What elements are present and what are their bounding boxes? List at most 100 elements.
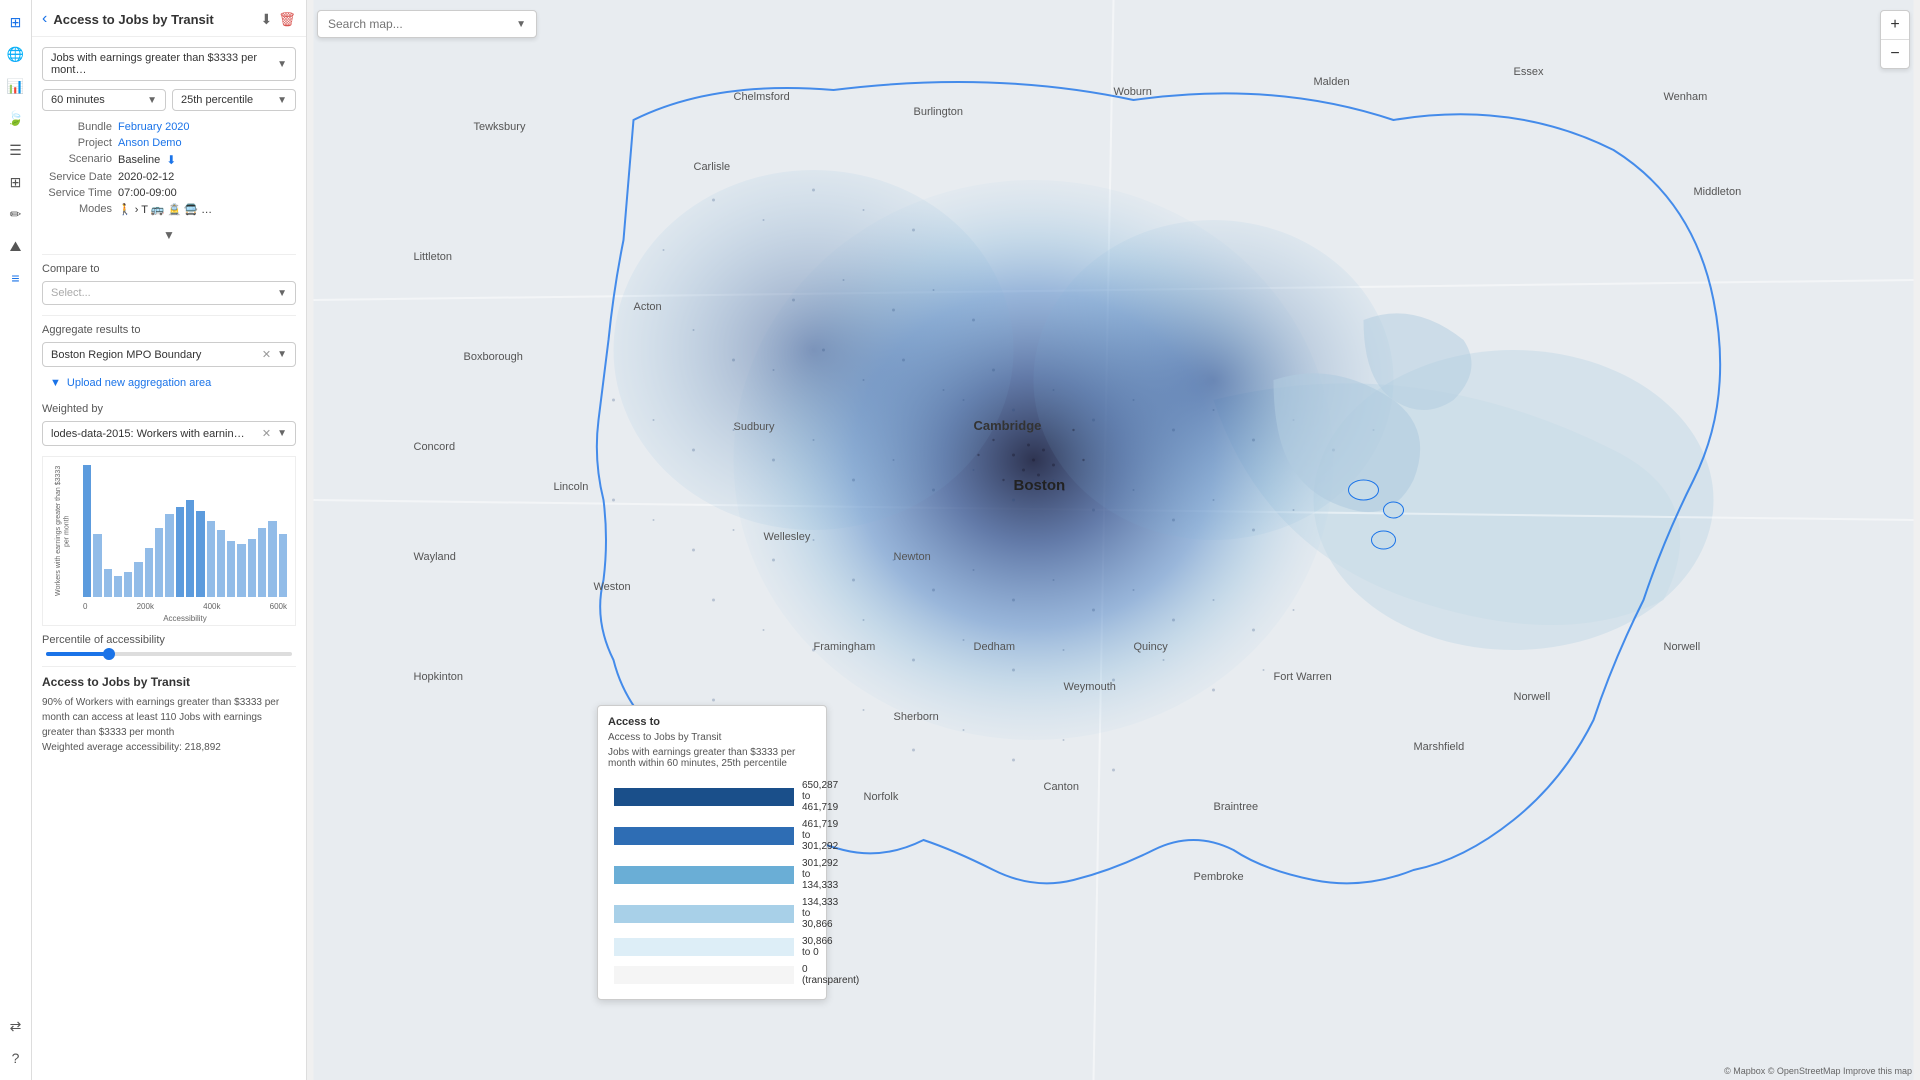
legend-color-swatch — [614, 827, 794, 845]
legend-subtitle: Access to Jobs by Transit — [608, 732, 816, 743]
histogram-x-tick: 200k — [137, 602, 154, 611]
access-title: Access to Jobs by Transit — [42, 675, 296, 689]
bundle-value[interactable]: February 2020 — [118, 121, 296, 133]
svg-text:Canton: Canton — [1044, 781, 1079, 793]
svg-text:Weymouth: Weymouth — [1064, 681, 1116, 693]
aggregate-label: Aggregate results to — [42, 324, 296, 336]
histogram-bar — [176, 507, 184, 597]
project-label: Project — [42, 137, 112, 149]
slider-thumb[interactable] — [103, 648, 115, 660]
icon-bar-item-grid[interactable]: ⊞ — [2, 168, 30, 196]
back-button[interactable]: ‹ — [42, 10, 47, 28]
svg-text:Tewksbury: Tewksbury — [474, 121, 526, 133]
project-value[interactable]: Anson Demo — [118, 137, 296, 149]
scenario-label: Scenario — [42, 153, 112, 167]
percentile-dropdown[interactable]: 25th percentile ▼ — [172, 89, 296, 111]
svg-text:Norwell: Norwell — [1514, 691, 1551, 703]
scenario-download-icon[interactable]: ⬇ — [166, 153, 176, 167]
histogram-bar — [258, 528, 266, 597]
histogram-bar — [196, 511, 204, 597]
map-background: Tewksbury Chelmsford Burlington Woburn M… — [307, 0, 1920, 1080]
svg-text:Sherborn: Sherborn — [894, 711, 939, 723]
access-description: 90% of Workers with earnings greater tha… — [42, 695, 296, 755]
histogram-bar — [145, 548, 153, 597]
icon-bar-item-layers[interactable]: ⊞ — [2, 8, 30, 36]
histogram-bar — [104, 569, 112, 597]
icon-bar-item-globe[interactable]: 🌐 — [2, 40, 30, 68]
percentile-label: Percentile of accessibility — [42, 634, 296, 646]
icon-bar-item-list[interactable]: ☰ — [2, 136, 30, 164]
legend-item: 30,866 to 0 — [608, 933, 816, 961]
svg-text:Chelmsford: Chelmsford — [734, 91, 790, 103]
icon-bar-item-pencil[interactable]: ✏ — [2, 200, 30, 228]
compare-placeholder: Select... — [51, 287, 91, 299]
search-input[interactable] — [328, 17, 516, 31]
svg-text:Framingham: Framingham — [814, 641, 876, 653]
percentile-slider[interactable] — [46, 652, 292, 656]
main-metric-dropdown[interactable]: Jobs with earnings greater than $3333 pe… — [42, 47, 296, 81]
legend-items: 650,287 to 461,719 461,719 to 301,292 30… — [608, 777, 816, 989]
icon-bar-item-arrows[interactable]: ⇄ — [2, 1012, 30, 1040]
legend-color-swatch — [614, 905, 794, 923]
time-percentile-row: 60 minutes ▼ 25th percentile ▼ — [42, 89, 296, 111]
svg-text:Sudbury: Sudbury — [734, 421, 775, 433]
map-attribution: © Mapbox © OpenStreetMap Improve this ma… — [1724, 1066, 1912, 1076]
scenario-value-row: Baseline ⬇ — [118, 153, 296, 167]
download-icon[interactable]: ⬇ — [260, 11, 272, 28]
time-dropdown[interactable]: 60 minutes ▼ — [42, 89, 166, 111]
map-container[interactable]: Tewksbury Chelmsford Burlington Woburn M… — [307, 0, 1920, 1080]
icon-bar-item-chart[interactable]: 📊 — [2, 72, 30, 100]
bundle-label: Bundle — [42, 121, 112, 133]
icon-bar-item-lines[interactable]: ≡ — [2, 264, 30, 292]
weighted-arrow: ▼ — [277, 428, 287, 439]
histogram-bar — [93, 534, 101, 597]
icon-bar-item-mountain[interactable]: ⛰ — [2, 232, 30, 260]
histogram-x-tick: 600k — [270, 602, 287, 611]
icon-bar-item-help[interactable]: ? — [2, 1044, 30, 1072]
weighted-dropdown[interactable]: lodes-data-2015: Workers with earnin… ✕ … — [42, 421, 296, 446]
icon-bar-item-leaf[interactable]: 🍃 — [2, 104, 30, 132]
legend-item-label: 0 (transparent) — [802, 964, 859, 986]
percentile-section: Percentile of accessibility — [42, 634, 296, 656]
svg-text:Hopkinton: Hopkinton — [414, 671, 464, 683]
weighted-clear-button[interactable]: ✕ — [262, 427, 271, 440]
upload-icon: ▼ — [50, 377, 61, 389]
map-search-bar[interactable]: ▼ — [317, 10, 537, 38]
histogram-y-label: Workers with earnings greater than $3333… — [55, 465, 72, 597]
histogram-bar — [124, 572, 132, 597]
legend-item: 461,719 to 301,292 — [608, 816, 816, 855]
zoom-in-button[interactable]: + — [1881, 11, 1909, 39]
panel-header: ‹ Access to Jobs by Transit ⬇ 🗑 — [32, 0, 306, 37]
aggregate-value: Boston Region MPO Boundary — [51, 349, 201, 361]
compare-dropdown[interactable]: Select... ▼ — [42, 281, 296, 305]
svg-text:Acton: Acton — [634, 301, 662, 313]
histogram-bar — [227, 541, 235, 597]
modes-label: Modes — [42, 203, 112, 216]
search-dropdown-arrow[interactable]: ▼ — [516, 19, 526, 30]
legend-color-swatch — [614, 938, 794, 956]
svg-text:Wellesley: Wellesley — [764, 531, 811, 543]
svg-text:Lincoln: Lincoln — [554, 481, 589, 493]
legend-popup: Access to Access to Jobs by Transit Jobs… — [597, 705, 827, 1000]
legend-item-label: 30,866 to 0 — [802, 936, 833, 958]
icon-bar: ⊞ 🌐 📊 🍃 ☰ ⊞ ✏ ⛰ ≡ ⇄ ? — [0, 0, 32, 1080]
histogram-bar — [217, 530, 225, 597]
histogram-bar — [186, 500, 194, 597]
compare-arrow: ▼ — [277, 288, 287, 299]
access-section: Access to Jobs by Transit 90% of Workers… — [42, 666, 296, 763]
svg-text:Pembroke: Pembroke — [1194, 871, 1244, 883]
legend-color-swatch — [614, 788, 794, 806]
svg-text:Braintree: Braintree — [1214, 801, 1259, 813]
expand-button[interactable]: ▼ — [42, 224, 296, 246]
upload-aggregation-button[interactable]: ▼ Upload new aggregation area — [42, 373, 296, 393]
divider-1 — [42, 254, 296, 255]
zoom-out-button[interactable]: − — [1881, 40, 1909, 68]
svg-text:Concord: Concord — [414, 441, 456, 453]
delete-icon[interactable]: 🗑 — [278, 11, 296, 28]
aggregate-dropdown[interactable]: Boston Region MPO Boundary ✕ ▼ — [42, 342, 296, 367]
svg-text:Middleton: Middleton — [1694, 186, 1742, 198]
aggregate-clear-button[interactable]: ✕ — [262, 348, 271, 361]
legend-item-label: 461,719 to 301,292 — [802, 819, 838, 852]
svg-text:Norwell: Norwell — [1664, 641, 1701, 653]
svg-text:Essex: Essex — [1514, 66, 1544, 78]
